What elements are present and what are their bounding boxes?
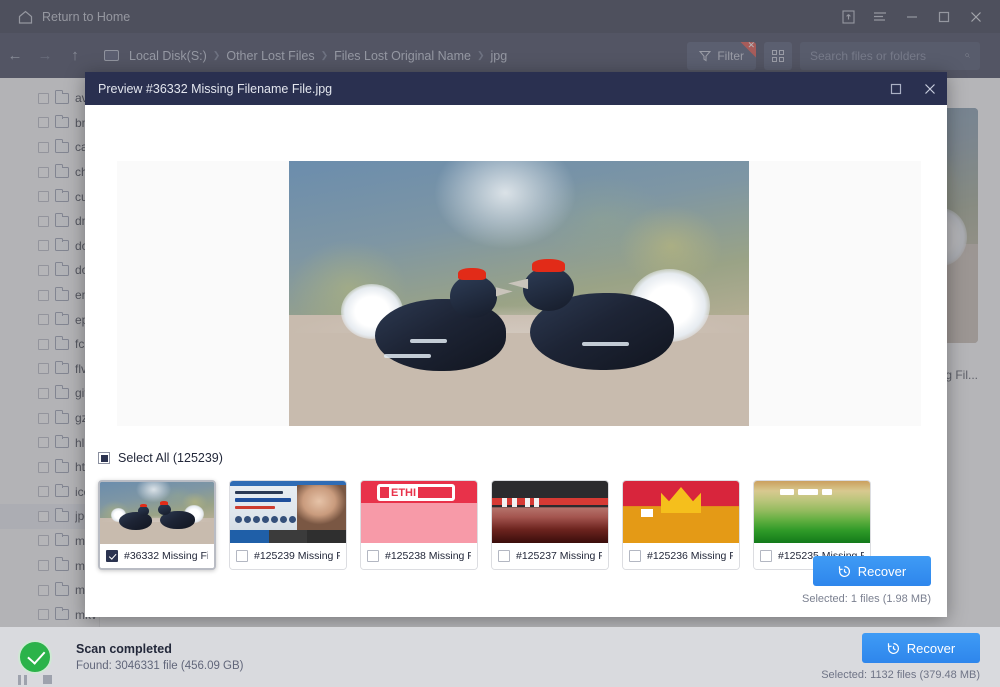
preview-maximize-icon[interactable] [879,72,913,105]
scan-controls [18,675,52,685]
thumbnail-footer: #125236 Missing Fi... [623,543,739,569]
preview-image [289,161,749,426]
bird-left [116,507,155,533]
bird-right [519,267,703,384]
restore-clock-icon [838,565,851,578]
thumbnail-image [100,482,214,544]
thumbnail-checkbox[interactable] [629,550,641,562]
thumbnail-image [492,481,608,543]
green-gradient-artwork [754,481,870,543]
thumbnail-item[interactable]: #125239 Missing Fi... [229,480,347,570]
thumbnail-item[interactable]: ETHI #125238 Missing Fi... [360,480,478,570]
pink-banner-artwork: ETHI [361,481,477,543]
status-recover-label: Recover [907,641,955,656]
select-all-label: Select All (125239) [118,451,223,465]
stop-icon[interactable] [43,675,52,684]
restore-clock-icon [887,642,900,655]
thumbnail-image: ETHI [361,481,477,543]
bird-right [157,504,203,533]
scan-status: Scan completed Found: 3046331 file (456.… [76,642,244,672]
webpage-artwork [230,481,346,543]
thumbnail-label: #125236 Missing Fi... [647,550,733,562]
preview-dialog: Preview #36332 Missing Filename File.jpg [85,72,947,617]
dialog-recover-zone: Recover Selected: 1 files (1.98 MB) [802,556,931,605]
preview-dialog-title: Preview #36332 Missing Filename File.jpg [85,82,332,96]
thumbnail-item[interactable]: #125236 Missing Fi... [622,480,740,570]
status-recover-button[interactable]: Recover [862,633,980,663]
dialog-recover-label: Recover [858,564,906,579]
thumbnail-item[interactable]: #36332 Missing Fil... [98,480,216,570]
thumbnail-image [623,481,739,543]
thumbnail-footer: #36332 Missing Fil... [100,544,214,568]
thumbnail-checkbox[interactable] [367,550,379,562]
application-window: Return to Home ← → ↑ Local Di [0,0,1000,687]
preview-dialog-header: Preview #36332 Missing Filename File.jpg [85,72,947,105]
dark-red-artwork [492,481,608,543]
thumbnail-label: #36332 Missing Fil... [124,550,208,562]
dialog-recover-button[interactable]: Recover [813,556,931,586]
preview-dialog-controls [879,72,947,105]
thumbnail-footer: #125238 Missing Fi... [361,543,477,569]
thumbnail-checkbox[interactable] [236,550,248,562]
preview-dialog-body: Select All (125239) [85,105,947,617]
thumbnail-checkbox[interactable] [106,550,118,562]
thumbnail-label: #125238 Missing Fi... [385,550,471,562]
bird-left [363,278,519,384]
dialog-selected-summary: Selected: 1 files (1.98 MB) [802,593,931,605]
thumbnail-checkbox[interactable] [498,550,510,562]
status-recover-zone: Recover Selected: 1132 files (379.48 MB) [821,633,980,681]
scan-status-detail: Found: 3046331 file (456.09 GB) [76,660,244,672]
select-all-checkbox[interactable] [98,452,110,464]
preview-stage [117,161,921,426]
crown-artwork [623,481,739,543]
thumbnail-label: #125237 Missing Fi... [516,550,602,562]
thumbnail-item[interactable]: #125237 Missing Fi... [491,480,609,570]
thumbnail-image [754,481,870,543]
thumbnail-label: #125239 Missing Fi... [254,550,340,562]
scan-complete-icon [18,640,52,674]
preview-close-icon[interactable] [913,72,947,105]
thumbnail-footer: #125239 Missing Fi... [230,543,346,569]
status-bar: Scan completed Found: 3046331 file (456.… [0,627,1000,687]
thumbnail-footer: #125237 Missing Fi... [492,543,608,569]
thumbnail-checkbox[interactable] [760,550,772,562]
thumbnail-image [230,481,346,543]
status-selected-summary: Selected: 1132 files (379.48 MB) [821,669,980,681]
crown-icon [661,487,701,513]
scan-status-title: Scan completed [76,642,244,656]
select-all-row[interactable]: Select All (125239) [98,451,223,465]
pause-icon[interactable] [18,675,27,685]
